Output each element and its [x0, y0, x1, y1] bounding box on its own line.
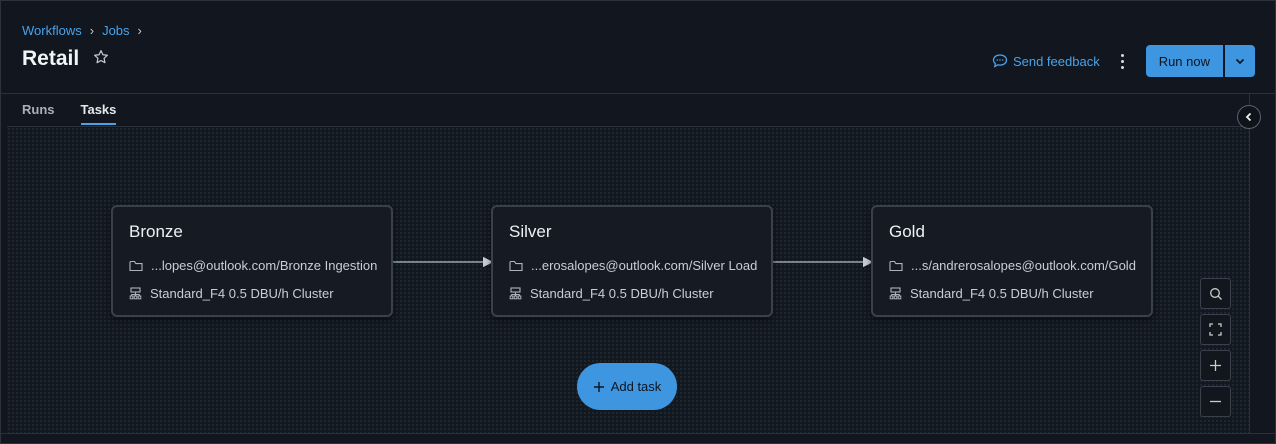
canvas-bottom-divider [1, 433, 1276, 434]
task-cluster-text: Standard_F4 0.5 DBU/h Cluster [530, 286, 714, 301]
task-node-silver[interactable]: Silver ...erosalopes@outlook.com/Silver … [491, 205, 773, 317]
task-cluster-text: Standard_F4 0.5 DBU/h Cluster [910, 286, 1094, 301]
cluster-icon [509, 287, 522, 300]
cluster-icon [129, 287, 142, 300]
cluster-icon [889, 287, 902, 300]
task-path-text: ...s/andrerosalopes@outlook.com/Gold [911, 258, 1136, 273]
chevron-down-icon [1235, 58, 1245, 65]
folder-icon [889, 260, 903, 271]
breadcrumb-workflows[interactable]: Workflows [22, 23, 82, 38]
zoom-in-button[interactable] [1200, 350, 1231, 381]
tab-runs[interactable]: Runs [22, 102, 55, 125]
send-feedback-button[interactable]: Send feedback [992, 53, 1100, 69]
breadcrumb-separator: › [89, 23, 95, 38]
title-row: Retail [22, 47, 109, 71]
folder-icon [509, 260, 523, 271]
speech-bubble-icon [992, 54, 1008, 68]
zoom-out-button[interactable] [1200, 386, 1231, 417]
breadcrumb-jobs[interactable]: Jobs [102, 23, 129, 38]
breadcrumb: Workflows › Jobs › [22, 23, 142, 38]
star-outline-icon[interactable] [93, 49, 109, 69]
task-node-bronze[interactable]: Bronze ...lopes@outlook.com/Bronze Inges… [111, 205, 393, 317]
plus-icon [1210, 360, 1221, 371]
fit-view-button[interactable] [1200, 314, 1231, 345]
header-divider [1, 93, 1276, 94]
task-name: Gold [889, 222, 925, 241]
run-now-button[interactable]: Run now [1145, 45, 1223, 77]
kebab-menu-icon[interactable] [1116, 51, 1130, 71]
send-feedback-label: Send feedback [1012, 53, 1100, 69]
task-cluster: Standard_F4 0.5 DBU/h Cluster [129, 286, 334, 301]
task-cluster: Standard_F4 0.5 DBU/h Cluster [889, 286, 1094, 301]
app-frame: Workflows › Jobs › Retail Send feedback … [0, 0, 1276, 444]
folder-icon [129, 260, 143, 271]
add-task-label: Add task [610, 379, 662, 394]
task-graph-canvas[interactable]: Bronze ...lopes@outlook.com/Bronze Inges… [7, 126, 1249, 433]
plus-icon [593, 381, 604, 392]
breadcrumb-separator: › [137, 23, 142, 38]
search-icon [1209, 287, 1222, 300]
fit-view-icon [1209, 323, 1222, 336]
task-path: ...erosalopes@outlook.com/Silver Load [509, 258, 757, 273]
run-options-button[interactable] [1225, 45, 1255, 77]
side-panel-divider [1249, 94, 1250, 434]
add-task-button[interactable]: Add task [577, 363, 677, 410]
search-button[interactable] [1200, 278, 1231, 309]
tab-tasks[interactable]: Tasks [80, 102, 117, 125]
task-name: Silver [509, 222, 552, 241]
chevron-left-icon [1245, 112, 1252, 122]
header-actions: Send feedback Run now [992, 45, 1255, 77]
minus-icon [1210, 400, 1221, 403]
task-path-text: ...erosalopes@outlook.com/Silver Load [531, 258, 758, 273]
task-path-text: ...lopes@outlook.com/Bronze Ingestion [151, 258, 378, 273]
task-cluster-text: Standard_F4 0.5 DBU/h Cluster [150, 286, 334, 301]
task-cluster: Standard_F4 0.5 DBU/h Cluster [509, 286, 714, 301]
task-node-gold[interactable]: Gold ...s/andrerosalopes@outlook.com/Gol… [871, 205, 1153, 317]
task-path: ...s/andrerosalopes@outlook.com/Gold [889, 258, 1136, 273]
tab-bar: Runs Tasks [22, 102, 117, 125]
task-name: Bronze [129, 222, 183, 241]
page-title: Retail [22, 47, 80, 70]
task-path: ...lopes@outlook.com/Bronze Ingestion [129, 258, 377, 273]
collapse-panel-button[interactable] [1237, 105, 1261, 129]
